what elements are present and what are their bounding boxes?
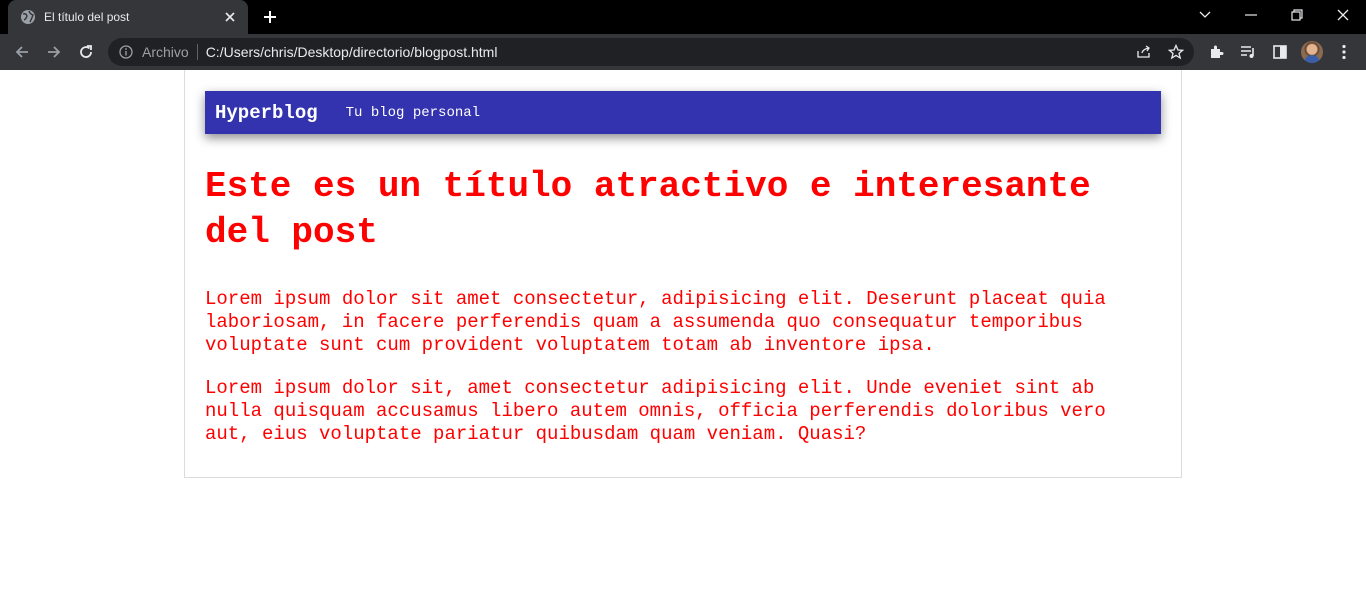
- media-icon[interactable]: [1238, 42, 1258, 62]
- tab-strip: El título del post: [0, 0, 1366, 34]
- forward-arrow-icon[interactable]: [40, 38, 68, 66]
- post-paragraph: Lorem ipsum dolor sit amet consectetur, …: [205, 288, 1106, 356]
- blog-container: Hyperblog Tu blog personal Este es un tí…: [184, 70, 1182, 478]
- site-info-label[interactable]: Archivo: [142, 44, 189, 60]
- star-icon[interactable]: [1167, 44, 1185, 60]
- post-paragraph: Lorem ipsum dolor sit, amet consectetur …: [205, 377, 1106, 445]
- plus-icon[interactable]: [258, 6, 282, 28]
- menu-icon[interactable]: [1334, 42, 1354, 62]
- restore-icon[interactable]: [1274, 0, 1320, 30]
- site-header: Hyperblog Tu blog personal: [205, 91, 1161, 134]
- info-icon[interactable]: [118, 44, 134, 60]
- back-arrow-icon[interactable]: [8, 38, 36, 66]
- url-text[interactable]: C:/Users/chris/Desktop/directorio/blogpo…: [206, 44, 498, 60]
- blog-post: Este es un título atractivo e interesant…: [205, 164, 1161, 446]
- omnibox-divider: [196, 44, 198, 60]
- avatar[interactable]: [1301, 41, 1323, 63]
- tab-search-icon[interactable]: [1182, 0, 1228, 30]
- post-title: Este es un título atractivo e interesant…: [205, 166, 1091, 253]
- share-icon[interactable]: [1135, 44, 1153, 60]
- address-bar[interactable]: Archivo C:/Users/chris/Desktop/directori…: [108, 38, 1194, 66]
- close-icon[interactable]: [222, 9, 238, 25]
- tab-title: El título del post: [44, 10, 130, 24]
- close-icon[interactable]: [1320, 0, 1366, 30]
- site-brand: Hyperblog: [215, 101, 318, 124]
- browser-toolbar: Archivo C:/Users/chris/Desktop/directori…: [0, 34, 1366, 70]
- browser-tab[interactable]: El título del post: [8, 0, 248, 34]
- minimize-icon[interactable]: [1228, 0, 1274, 30]
- page-viewport: Hyperblog Tu blog personal Este es un tí…: [0, 70, 1366, 601]
- reload-icon[interactable]: [72, 38, 100, 66]
- side-panel-icon[interactable]: [1270, 42, 1290, 62]
- site-tagline: Tu blog personal: [345, 104, 481, 121]
- globe-icon: [20, 9, 36, 25]
- extensions-icon[interactable]: [1206, 42, 1226, 62]
